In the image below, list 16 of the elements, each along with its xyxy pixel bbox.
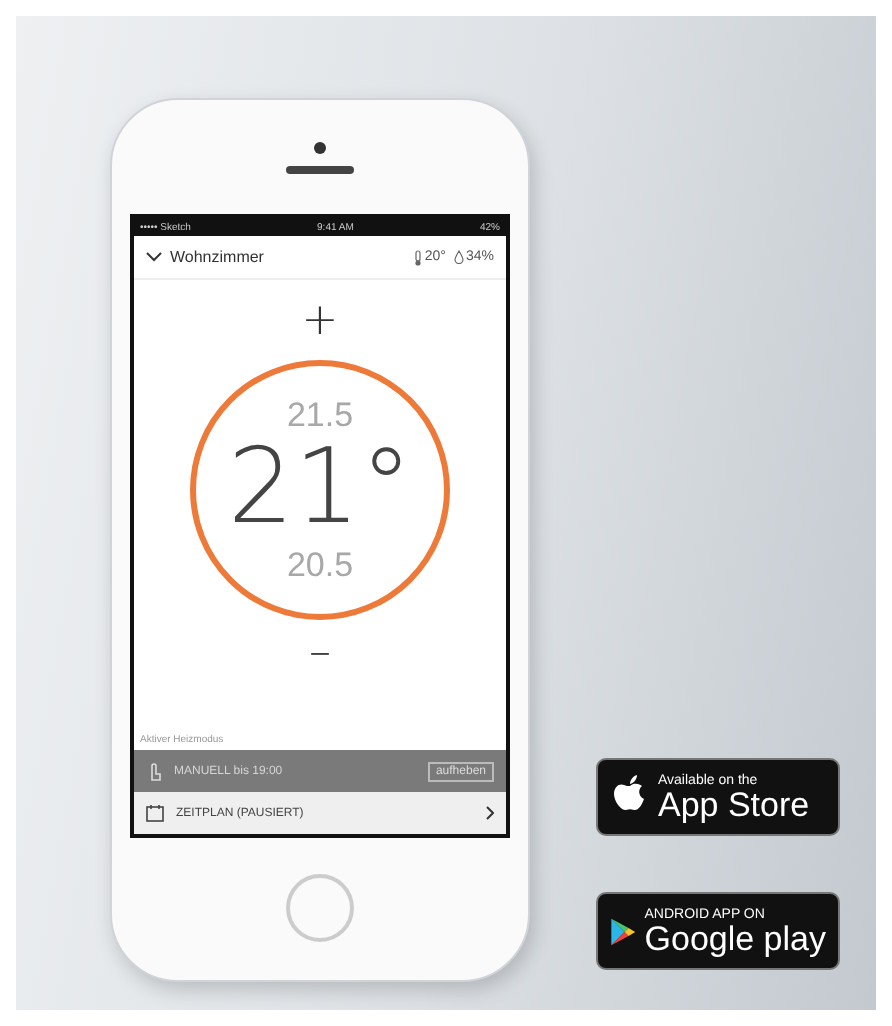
next-temperature: 21.5 — [286, 398, 354, 433]
store-name: Google play — [644, 921, 826, 955]
camera-icon — [314, 141, 326, 153]
chevron-right-icon — [486, 806, 494, 820]
store-name: App Store — [658, 787, 810, 821]
droplet-icon — [453, 250, 464, 264]
temperature-dial[interactable]: 21.5 21° 20.5 — [190, 360, 450, 620]
calendar-icon — [146, 804, 164, 822]
decrease-button[interactable]: – — [309, 632, 331, 676]
increase-button[interactable]: + — [301, 300, 339, 344]
room-title: Wohnzimmer — [170, 248, 266, 266]
previous-temperature: 20.5 — [286, 547, 354, 582]
thermometer-icon — [414, 249, 423, 265]
current-temperature: 21° — [227, 432, 413, 548]
chevron-down-icon[interactable] — [146, 252, 162, 262]
speaker-icon — [286, 165, 354, 173]
